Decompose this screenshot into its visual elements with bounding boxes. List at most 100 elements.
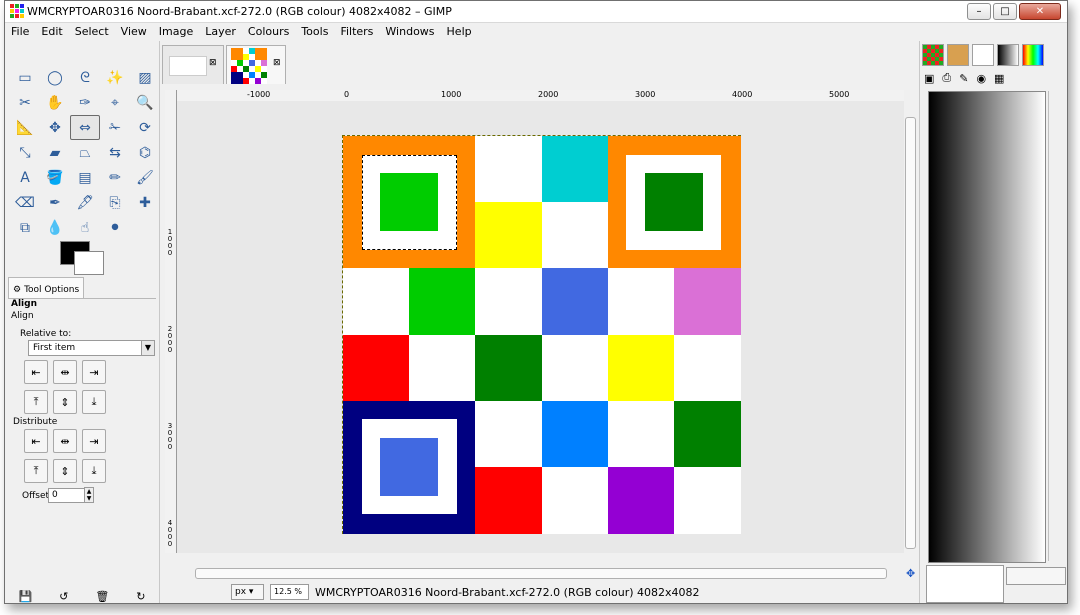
align-middle-button[interactable]: ⇕	[53, 390, 77, 414]
menu-help[interactable]: Help	[441, 23, 478, 41]
palette-icon[interactable]: ▦	[994, 72, 1004, 85]
distribute-top-button[interactable]: ⤒	[24, 459, 48, 483]
layers-icon[interactable]: ▣	[924, 72, 934, 85]
scroll-thumb[interactable]	[905, 117, 916, 549]
color-wheel-icon[interactable]: ◉	[976, 72, 986, 85]
offset-spin-button[interactable]: ▲ ▼	[84, 487, 94, 503]
fuzzy-select-icon[interactable]: ✨	[100, 65, 130, 90]
paintbrush-icon[interactable]: 🖌	[130, 165, 160, 190]
pencil-icon[interactable]: ✏	[100, 165, 130, 190]
vertical-scrollbar[interactable]	[904, 101, 916, 553]
menu-colours[interactable]: Colours	[242, 23, 295, 41]
offset-input[interactable]: 0	[48, 488, 85, 503]
image-canvas[interactable]	[342, 135, 741, 534]
printer-icon[interactable]: ⎙	[942, 71, 951, 85]
menu-edit[interactable]: Edit	[35, 23, 68, 41]
menu-tools[interactable]: Tools	[295, 23, 334, 41]
zoom-select[interactable]: 12.5 %	[270, 584, 309, 600]
dock-preview-field[interactable]	[926, 565, 1004, 603]
align-right-edge-button[interactable]: ⇥	[82, 360, 106, 384]
menu-view[interactable]: View	[115, 23, 153, 41]
align-top-edge-button[interactable]: ⤒	[24, 390, 48, 414]
align-left-edge-button[interactable]: ⇤	[24, 360, 48, 384]
menu-layer[interactable]: Layer	[199, 23, 242, 41]
horizontal-scrollbar[interactable]	[177, 567, 904, 579]
align-icon[interactable]: ⇔	[70, 115, 100, 140]
minimize-button[interactable]: –	[967, 3, 991, 20]
tab-paths[interactable]	[972, 44, 994, 66]
delete-options-icon[interactable]: 🗑	[95, 590, 109, 603]
airbrush-icon[interactable]: ✒	[40, 190, 70, 215]
menu-file[interactable]: File	[5, 23, 35, 41]
dodge-burn-icon[interactable]: ⚫	[100, 215, 130, 240]
ellipse-select-icon[interactable]: ◯	[40, 65, 70, 90]
heal-icon[interactable]: ✚	[130, 190, 160, 215]
tab-patterns[interactable]	[922, 44, 944, 66]
relative-to-select[interactable]: First item ▼	[28, 340, 155, 356]
scissors-select-icon[interactable]: ✂	[10, 90, 40, 115]
dock-scrollbar[interactable]	[1048, 91, 1067, 561]
distribute-center-button[interactable]: ⇹	[53, 429, 77, 453]
tab-gradients[interactable]	[997, 44, 1019, 66]
close-icon[interactable]: ⊠	[273, 58, 281, 68]
background-color-swatch[interactable]	[74, 251, 104, 275]
save-options-icon[interactable]: 💾	[18, 590, 32, 603]
scale-icon[interactable]: ⤡	[10, 140, 40, 165]
image-tab-active[interactable]: ⊠	[226, 45, 286, 84]
text-icon[interactable]: A	[10, 165, 40, 190]
canvas-area[interactable]	[177, 101, 904, 553]
ruler-label: 1000	[441, 90, 462, 99]
dock-action-button[interactable]	[1006, 567, 1066, 585]
menu-select[interactable]: Select	[69, 23, 115, 41]
paths-icon[interactable]: ✑	[70, 90, 100, 115]
menu-windows[interactable]: Windows	[379, 23, 440, 41]
maximize-button[interactable]: □	[993, 3, 1017, 20]
scroll-thumb[interactable]	[195, 568, 887, 579]
align-bottom-edge-button[interactable]: ⤓	[82, 390, 106, 414]
flip-icon[interactable]: ⇆	[100, 140, 130, 165]
crop-icon[interactable]: ✁	[100, 115, 130, 140]
eraser-icon[interactable]: ⌫	[10, 190, 40, 215]
shear-icon[interactable]: ▰	[40, 140, 70, 165]
align-center-h-button[interactable]: ⇹	[53, 360, 77, 384]
ruler-label: 0	[344, 90, 350, 99]
blur-icon[interactable]: 💧	[40, 215, 70, 240]
foreground-select-icon[interactable]: ✋	[40, 90, 70, 115]
distribute-left-button[interactable]: ⇤	[24, 429, 48, 453]
menu-image[interactable]: Image	[153, 23, 199, 41]
tab-brushes[interactable]	[947, 44, 969, 66]
image-tab-blank[interactable]: ⊠	[162, 45, 224, 84]
gradient-preview[interactable]	[928, 91, 1046, 563]
perspective-clone-icon[interactable]: ⧉	[10, 215, 40, 240]
distribute-right-button[interactable]: ⇥	[82, 429, 106, 453]
free-select-icon[interactable]: ᘓ	[70, 65, 100, 90]
color-picker-icon[interactable]: ⌖	[100, 90, 130, 115]
distribute-middle-button[interactable]: ⇕	[53, 459, 77, 483]
perspective-icon[interactable]: ⏢	[70, 140, 100, 165]
rotate-icon[interactable]: ⟳	[130, 115, 160, 140]
reset-options-icon[interactable]: ↻	[136, 590, 145, 603]
zoom-icon[interactable]: 🔍	[130, 90, 160, 115]
clone-icon[interactable]: ⎘	[100, 190, 130, 215]
close-icon[interactable]: ⊠	[209, 58, 217, 68]
chevron-down-icon[interactable]: ▼	[141, 341, 154, 355]
select-by-color-icon[interactable]: ▨	[130, 65, 160, 90]
unit-select[interactable]: px ▾	[231, 584, 264, 600]
move-icon[interactable]: ✥	[40, 115, 70, 140]
rect-select-icon[interactable]: ▭	[10, 65, 40, 90]
ink-icon[interactable]: 🖋	[70, 190, 100, 215]
navigate-icon[interactable]: ✥	[906, 567, 915, 580]
cage-transform-icon[interactable]: ⌬	[130, 140, 160, 165]
distribute-bottom-button[interactable]: ⤓	[82, 459, 106, 483]
restore-options-icon[interactable]: ↺	[59, 590, 68, 603]
bucket-fill-icon[interactable]: 🪣	[40, 165, 70, 190]
close-button[interactable]: ✕	[1019, 3, 1061, 20]
brush-icon[interactable]: ✎	[959, 72, 968, 85]
tab-palettes[interactable]	[1022, 44, 1044, 66]
smudge-icon[interactable]: ☝	[70, 215, 100, 240]
blend-icon[interactable]: ▤	[70, 165, 100, 190]
menu-filters[interactable]: Filters	[334, 23, 379, 41]
vertical-ruler[interactable]: 1000 2000 3000 4000	[165, 101, 177, 553]
measure-icon[interactable]: 📐	[10, 115, 40, 140]
fg-bg-color-selector[interactable]	[60, 241, 106, 275]
